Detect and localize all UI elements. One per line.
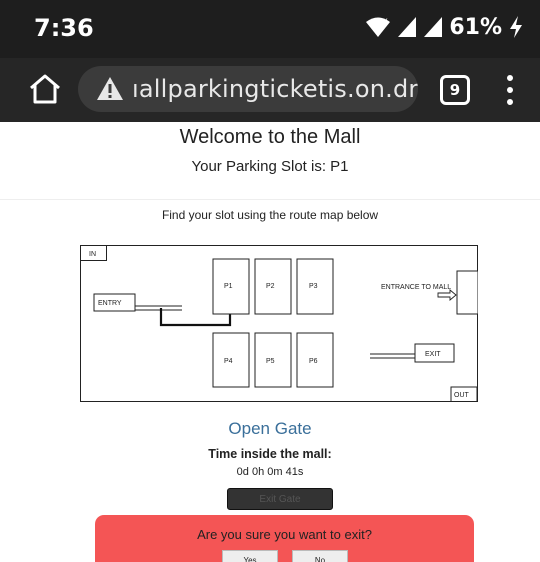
page-title: Welcome to the Mall	[179, 126, 361, 148]
open-gate-link[interactable]: Open Gate	[0, 419, 540, 439]
slot-p1-label: P1	[224, 283, 233, 290]
battery-percentage: 61%	[449, 14, 502, 40]
time-inside-value: 0d 0h 0m 41s	[236, 466, 304, 478]
battery-charging-icon	[510, 16, 522, 38]
status-bar: 7:36 x 61%	[0, 0, 540, 58]
signal-icon	[424, 17, 443, 37]
slot-p3-label: P3	[309, 283, 318, 290]
browser-toolbar: ıallparkingticketis.on.drv.tw 9	[0, 58, 540, 122]
confirm-no-button[interactable]: No	[292, 550, 348, 562]
slot-p5-label: P5	[266, 358, 275, 365]
time-inside-label: Time inside the mall:	[208, 447, 332, 461]
confirm-yes-button[interactable]: Yes	[222, 550, 278, 562]
confirm-message: Are you sure you want to exit?	[197, 527, 372, 542]
tab-switcher-button[interactable]: 9	[440, 75, 470, 105]
svg-text:x: x	[383, 16, 388, 25]
exit-gate-button[interactable]: Exit Gate	[227, 488, 333, 510]
home-icon	[30, 74, 60, 104]
address-bar[interactable]: ıallparkingticketis.on.drv.tw	[78, 66, 418, 112]
wifi-icon: x	[366, 16, 391, 37]
route-map-heading: Find your slot using the route map below	[161, 208, 379, 222]
in-label: IN	[89, 251, 96, 258]
divider	[0, 199, 540, 200]
url-text: ıallparkingticketis.on.drv.tw	[132, 75, 418, 103]
entrance-label: ENTRANCE TO MALL	[381, 284, 451, 291]
entry-label: ENTRY	[98, 300, 122, 307]
warning-icon[interactable]	[96, 75, 124, 103]
slot-p4-label: P4	[224, 358, 233, 365]
signal-icon	[398, 17, 417, 37]
route-map: IN OUT ENTRY P1 P2 P3 P4 P5 P6 ENTRANCE …	[80, 245, 478, 402]
status-icons: x 61%	[365, 12, 524, 42]
exit-label: EXIT	[425, 351, 441, 358]
out-label: OUT	[454, 392, 470, 399]
slot-p6-label: P6	[309, 358, 318, 365]
exit-confirm-dialog: Are you sure you want to exit? Yes No	[95, 515, 474, 562]
slot-p2-label: P2	[266, 283, 275, 290]
entrance-box	[456, 270, 478, 315]
parking-slot-text: Your Parking Slot is: P1	[191, 158, 349, 175]
home-button[interactable]	[26, 70, 64, 108]
status-time: 7:36	[34, 14, 94, 42]
more-vert-icon[interactable]	[498, 72, 522, 108]
